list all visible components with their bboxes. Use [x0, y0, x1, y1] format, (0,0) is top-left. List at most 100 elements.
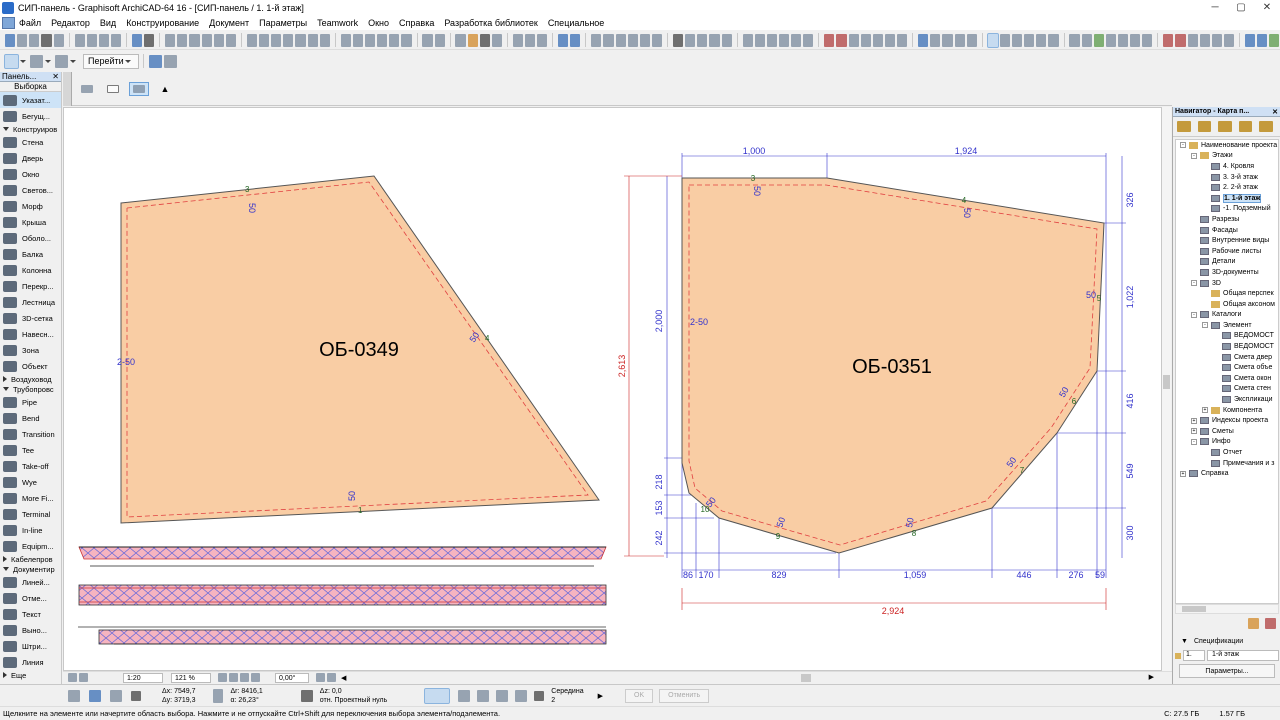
line-tool-icon[interactable]: [144, 33, 155, 47]
tool-36[interactable]: Штри...: [0, 638, 61, 654]
tool-33[interactable]: Отме...: [0, 590, 61, 606]
menu-item[interactable]: Редактор: [46, 18, 95, 28]
grid-tool-icon[interactable]: [672, 33, 684, 47]
snap-tool-icon[interactable]: [467, 33, 478, 47]
floor-plan-svg[interactable]: ОБ-0349 50 2-50 50 50 3 4 1 ОБ-0351 1,00…: [64, 108, 1163, 672]
zoom-icon[interactable]: [79, 673, 88, 682]
collapse-icon[interactable]: -: [1191, 152, 1197, 159]
tree-node[interactable]: 2. 2-й этаж: [1176, 182, 1278, 193]
tree-h-scrollbar[interactable]: [1175, 604, 1279, 614]
polar-icon[interactable]: [213, 688, 224, 703]
magic-tool-icon[interactable]: [1211, 33, 1223, 47]
tool-14[interactable]: 3D-сетка: [0, 310, 61, 326]
tree-node[interactable]: 3. 3-й этаж: [1176, 172, 1278, 183]
tool-7[interactable]: Морф: [0, 198, 61, 214]
tree-node[interactable]: 3D-документы: [1176, 267, 1278, 278]
tree-node[interactable]: 1. 1-й этаж: [1176, 193, 1278, 204]
save-tool-icon[interactable]: [41, 33, 52, 47]
view-map-icon[interactable]: [1197, 121, 1212, 132]
tool-8[interactable]: Крыша: [0, 214, 61, 230]
grid-tool-icon[interactable]: [189, 33, 200, 47]
tool-6[interactable]: Светов...: [0, 182, 61, 198]
ok-button[interactable]: OK: [625, 688, 654, 703]
save-tool-icon[interactable]: [766, 33, 777, 47]
expand-icon[interactable]: +: [1202, 407, 1208, 414]
z-icon[interactable]: [300, 689, 313, 702]
tree-node[interactable]: ВЕДОМОСТ: [1176, 341, 1278, 352]
expand-icon[interactable]: +: [1180, 470, 1186, 477]
tree-node[interactable]: - Инфо: [1176, 437, 1278, 448]
wall-tool-icon[interactable]: [885, 33, 896, 47]
tool-17[interactable]: Объект: [0, 358, 61, 374]
toolbox-group[interactable]: Кабелепров: [0, 554, 61, 564]
scale-field[interactable]: 1:20: [123, 672, 163, 683]
parameters-button[interactable]: Параметры...: [1179, 664, 1275, 678]
pen-tool-icon[interactable]: [860, 33, 871, 47]
redo-tool-icon[interactable]: [558, 33, 569, 47]
print-tool-icon[interactable]: [778, 33, 790, 47]
toolbox-group[interactable]: Документир: [0, 564, 61, 574]
snap-tool-icon[interactable]: [954, 33, 965, 47]
minimize-button[interactable]: ─: [1202, 2, 1228, 13]
wall-tool-icon[interactable]: [1130, 33, 1141, 47]
project-tree[interactable]: - Наименование проекта - Этажи 4. Кровля 3. 3…: [1175, 139, 1279, 604]
open-tool-icon[interactable]: [754, 33, 765, 47]
view-icon[interactable]: [30, 54, 43, 68]
redo-tool-icon[interactable]: [74, 33, 85, 47]
perpendicular-snap-icon[interactable]: [477, 689, 490, 702]
tool-16[interactable]: Зона: [0, 342, 61, 358]
open-tool-icon[interactable]: [999, 33, 1010, 47]
scroll-left-icon[interactable]: ◀: [341, 674, 346, 682]
paste-tool-icon[interactable]: [836, 33, 847, 47]
snap-tool-icon[interactable]: [225, 33, 236, 47]
sip-section-1[interactable]: [78, 546, 607, 567]
pen-tool-icon[interactable]: [1105, 33, 1116, 47]
paste-tool-icon[interactable]: [111, 33, 122, 47]
arrow-cursor-icon[interactable]: ▲: [155, 82, 175, 96]
arrow-tool-icon[interactable]: [848, 33, 859, 47]
new-tool-icon[interactable]: [258, 33, 270, 47]
paste-tool-icon[interactable]: [352, 33, 363, 47]
redo-tool-icon[interactable]: [1048, 33, 1059, 47]
layer-tool-icon[interactable]: [685, 33, 696, 47]
menu-item[interactable]: Вид: [95, 18, 121, 28]
tool-24[interactable]: Take-off: [0, 458, 61, 474]
slab-tool-icon[interactable]: [165, 33, 176, 47]
print-tool-icon[interactable]: [53, 33, 64, 47]
slab-tool-icon[interactable]: [652, 33, 663, 47]
undo-tool-icon[interactable]: [1036, 33, 1047, 47]
vertical-scrollbar[interactable]: [1162, 107, 1171, 671]
view-tool-icon[interactable]: [1187, 33, 1198, 47]
tool-21[interactable]: Bend: [0, 410, 61, 426]
tree-node[interactable]: + Индексы проекта: [1176, 415, 1278, 426]
save-tool-icon[interactable]: [283, 33, 294, 47]
tree-node[interactable]: Смета объе: [1176, 362, 1278, 373]
add-icon[interactable]: [1248, 618, 1259, 629]
tree-node[interactable]: 4. Кровля: [1176, 161, 1278, 172]
copy-tool-icon[interactable]: [1069, 33, 1080, 47]
snap-arrow-icon[interactable]: ▶: [598, 692, 603, 700]
rotate-reset-icon[interactable]: [327, 673, 336, 682]
expand-icon[interactable]: +: [1191, 428, 1197, 435]
snap-tool-icon[interactable]: [1199, 33, 1210, 47]
redo-tool-icon[interactable]: [803, 33, 814, 47]
tree-node[interactable]: Смета двер: [1176, 352, 1278, 363]
tree-node[interactable]: Смета окон: [1176, 373, 1278, 384]
delete-icon[interactable]: [1265, 618, 1276, 629]
panel-ob-0349[interactable]: ОБ-0349 50 2-50 50 50 3 4 1: [117, 175, 600, 524]
tree-node[interactable]: + Справка: [1176, 468, 1278, 479]
line-tool-icon[interactable]: [389, 33, 400, 47]
tree-node[interactable]: - 3D: [1176, 278, 1278, 289]
grid-tool-icon[interactable]: [918, 33, 929, 47]
tree-node[interactable]: - Каталоги: [1176, 310, 1278, 321]
tree-node[interactable]: Внутренние виды: [1176, 235, 1278, 246]
grid-icon[interactable]: [68, 673, 77, 682]
tree-node[interactable]: + Сметы: [1176, 426, 1278, 437]
polygon-selection-icon[interactable]: [129, 82, 149, 96]
drawing-canvas[interactable]: ОБ-0349 50 2-50 50 50 3 4 1 ОБ-0351 1,00…: [63, 107, 1162, 671]
tool-4[interactable]: Дверь: [0, 150, 61, 166]
tool-12[interactable]: Перекр...: [0, 278, 61, 294]
pen-tool-icon[interactable]: [615, 33, 626, 47]
line-tool-icon[interactable]: [1118, 33, 1129, 47]
wall-tool-icon[interactable]: [639, 33, 650, 47]
